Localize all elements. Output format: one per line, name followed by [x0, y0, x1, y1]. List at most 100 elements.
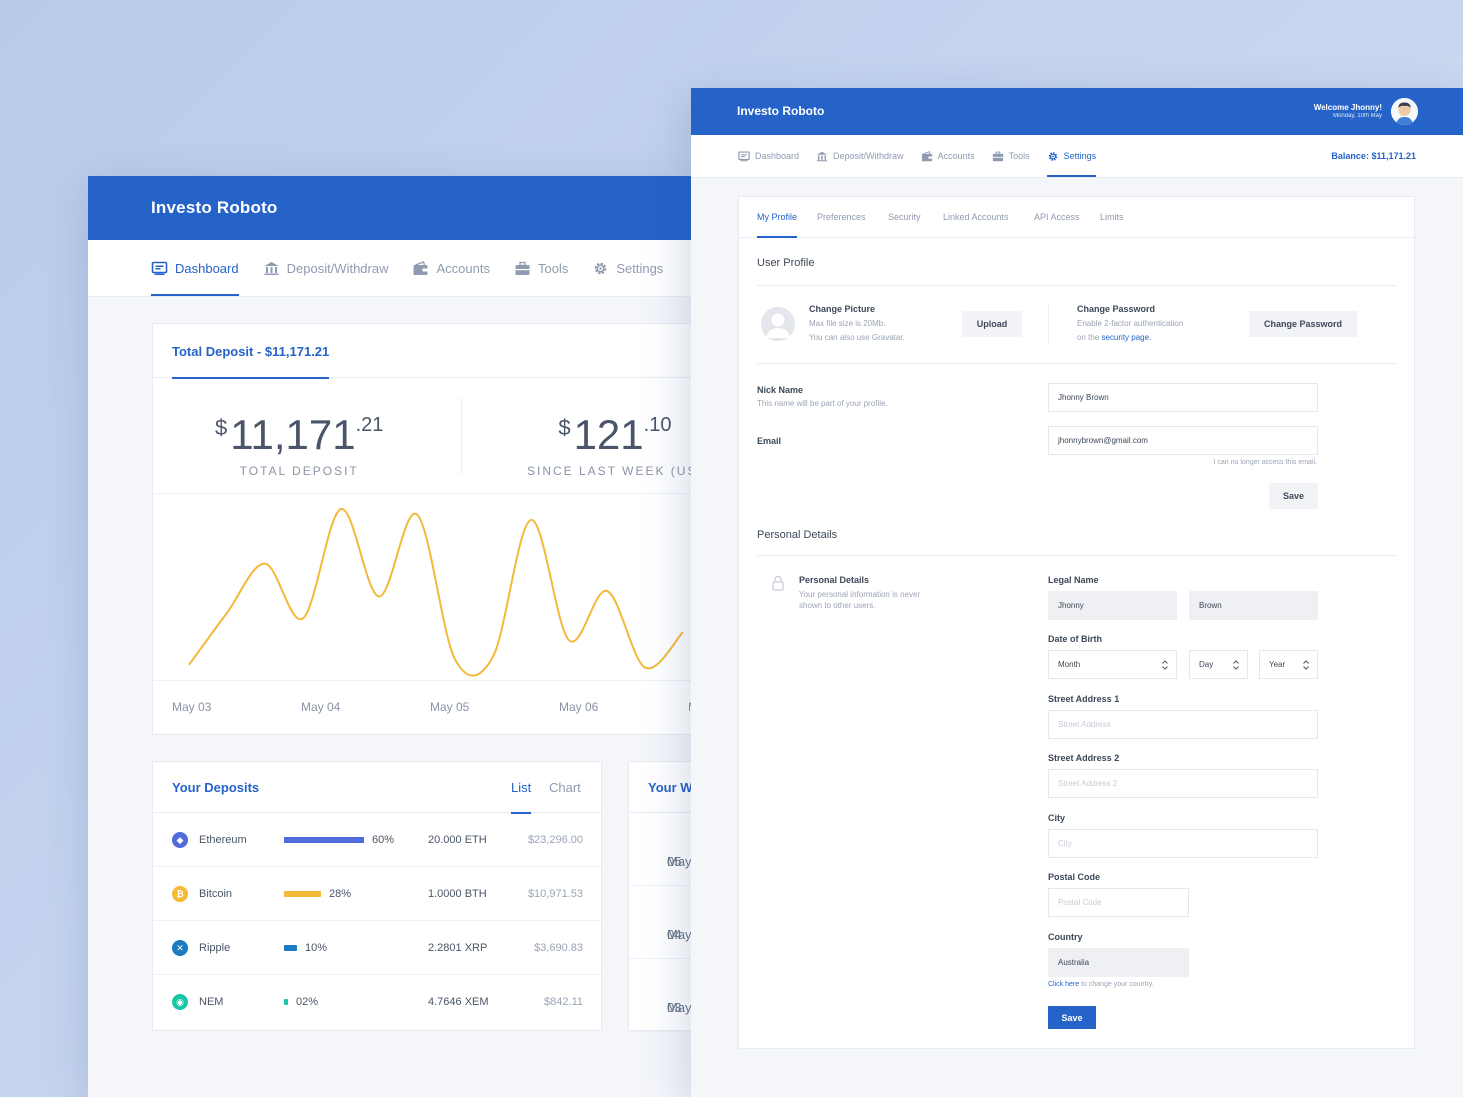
password-help-1: Enable 2-factor authentication: [1077, 319, 1184, 328]
day-select[interactable]: Day: [1189, 650, 1248, 679]
card-title: Your W: [648, 780, 691, 795]
nav-item-settings[interactable]: Settings: [1046, 135, 1097, 177]
security-page-link[interactable]: security page.: [1101, 333, 1151, 342]
date-day: 04: [667, 927, 682, 942]
percent-value: 28%: [329, 888, 352, 900]
deposit-row[interactable]: ◆ Ethereum 60% 20.000 ETH $23,296.00: [153, 813, 601, 867]
nav-item-dashboard[interactable]: Dashboard: [738, 135, 799, 177]
tab-list[interactable]: List: [511, 780, 532, 814]
total-deposit-stat: $11,171.21 TOTAL DEPOSIT: [215, 402, 384, 479]
usd-value: $23,296.00: [527, 834, 583, 846]
subtab-security[interactable]: Security: [888, 212, 921, 222]
coin-amount: 1.0000 BTH: [428, 888, 487, 900]
street1-label: Street Address 1: [1048, 694, 1120, 704]
year-select[interactable]: Year: [1259, 650, 1318, 679]
picture-help-2: You can also use Gravatar.: [809, 333, 905, 342]
nick-name-input[interactable]: Jhonny Brown: [1048, 383, 1318, 412]
subtab-limits[interactable]: Limits: [1100, 212, 1124, 222]
select-arrows-icon: [1303, 660, 1309, 670]
divider: [1048, 304, 1049, 344]
nav-item-accounts[interactable]: Accounts: [412, 240, 490, 296]
deposit-series-line: [188, 508, 684, 677]
nav-label: Settings: [616, 260, 664, 276]
nav-item-deposit-withdraw[interactable]: Deposit/Withdraw: [816, 135, 904, 177]
personal-details-title: Personal Details: [757, 529, 838, 541]
date-cell[interactable]: May 04: [629, 886, 691, 959]
gear-icon: [595, 262, 607, 274]
personal-details-help-2: shown to other users.: [799, 601, 876, 610]
street2-label: Street Address 2: [1048, 753, 1120, 763]
city-input[interactable]: City: [1048, 829, 1318, 858]
date-cell[interactable]: May 05: [629, 813, 691, 886]
nem-icon: ◉: [172, 994, 188, 1010]
deposit-row[interactable]: ✕ Ripple 10% 2.2801 XRP $3,690.83: [153, 921, 601, 975]
bitcoin-icon: ₿: [172, 886, 188, 902]
date-cell[interactable]: May 03: [629, 959, 691, 1032]
change-password-button[interactable]: Change Password: [1249, 311, 1357, 337]
card-header: Your W: [629, 762, 691, 813]
bank-icon: [816, 151, 828, 161]
since-last-week-stat: $121.10 SINCE LAST WEEK (USI: [527, 402, 691, 479]
subtab-linked-accounts[interactable]: Linked Accounts: [943, 212, 1009, 222]
welcome-block: Welcome Jhonny! Monday, 10th May: [1314, 103, 1382, 119]
main-nav: Dashboard Deposit/Withdraw Accounts Tools Se…: [691, 135, 1463, 178]
subtab-api-access[interactable]: API Access: [1034, 212, 1080, 222]
tab-total-deposit[interactable]: Total Deposit - $11,171.21: [172, 324, 330, 379]
country-label: Country: [1048, 932, 1083, 942]
nav-label: Accounts: [436, 260, 490, 276]
stat-cents: .21: [355, 414, 384, 436]
lock-icon: [772, 575, 784, 591]
toolbox-icon: [992, 151, 1003, 161]
x-tick-label: May 05: [430, 700, 470, 714]
tab-chart[interactable]: Chart: [549, 780, 581, 795]
nav-item-deposit-withdraw[interactable]: Deposit/Withdraw: [263, 240, 388, 296]
dashboard-window: Investo Roboto Dashboard Deposit/Withdraw…: [88, 176, 691, 1097]
welcome-text: Welcome Jhonny!: [1313, 103, 1382, 112]
ethereum-icon: ◆: [172, 832, 188, 848]
street1-input[interactable]: Street Address: [1048, 710, 1318, 739]
x-tick-label: May 03: [172, 700, 212, 714]
dashboard-icon: [151, 261, 168, 275]
your-w-card: Your W May 05 May 04 May 03: [628, 761, 691, 1032]
country-hint-text: to change your country.: [1079, 981, 1154, 988]
nav-item-tools[interactable]: Tools: [514, 240, 568, 296]
deposit-row[interactable]: ◉ NEM 02% 4.7646 XEM $842.11: [153, 975, 601, 1029]
save-personal-button[interactable]: Save: [1048, 1006, 1096, 1029]
deposit-row[interactable]: ₿ Bitcoin 28% 1.0000 BTH $10,971.53: [153, 867, 601, 921]
x-tick-label: May 06: [559, 700, 599, 714]
first-name-input[interactable]: Jhonny: [1048, 591, 1177, 620]
nav-label: Deposit/Withdraw: [833, 151, 904, 161]
lost-email-link[interactable]: I can no longer access this email.: [1214, 459, 1318, 466]
nav-label: Settings: [1063, 151, 1097, 161]
stat-label: TOTAL DEPOSIT: [239, 464, 359, 478]
password-help-2: on the security page.: [1077, 331, 1151, 345]
street2-input[interactable]: Street Address 2: [1048, 769, 1318, 798]
nick-name-label: Nick Name: [757, 385, 804, 395]
upload-button[interactable]: Upload: [962, 311, 1022, 337]
percent-bar: [284, 999, 288, 1005]
legal-name-label: Legal Name: [1048, 575, 1099, 585]
save-profile-button[interactable]: Save: [1269, 483, 1318, 509]
postal-code-input[interactable]: Postal Code: [1048, 888, 1189, 917]
card-header: Total Deposit - $11,171.21: [153, 324, 691, 379]
nav-item-tools[interactable]: Tools: [992, 135, 1030, 177]
last-name-input[interactable]: Brown: [1189, 591, 1318, 620]
nav-items: Dashboard Deposit/Withdraw Accounts Tools Se…: [738, 135, 1113, 177]
change-country-link[interactable]: Click here: [1048, 981, 1079, 988]
month-select[interactable]: Month: [1048, 650, 1177, 679]
nav-item-accounts[interactable]: Accounts: [921, 135, 975, 177]
ripple-icon: ✕: [172, 940, 188, 956]
profile-picture[interactable]: [761, 307, 795, 341]
date-day: 03: [667, 1000, 682, 1015]
country-field: Australia: [1048, 948, 1189, 977]
avatar[interactable]: [1391, 98, 1418, 125]
nav-item-settings[interactable]: Settings: [592, 240, 663, 296]
chart-x-axis: May 03May 04May 05May 06M: [153, 682, 691, 736]
percent-value: 02%: [296, 996, 319, 1008]
subtab-preferences[interactable]: Preferences: [817, 212, 866, 222]
app-header: Investo Roboto: [88, 176, 691, 240]
nav-item-dashboard[interactable]: Dashboard: [151, 240, 239, 296]
city-label: City: [1048, 813, 1066, 823]
email-input[interactable]: jhonnybrown@gmail.com: [1048, 426, 1318, 455]
subtab-my-profile[interactable]: My Profile: [757, 212, 798, 238]
